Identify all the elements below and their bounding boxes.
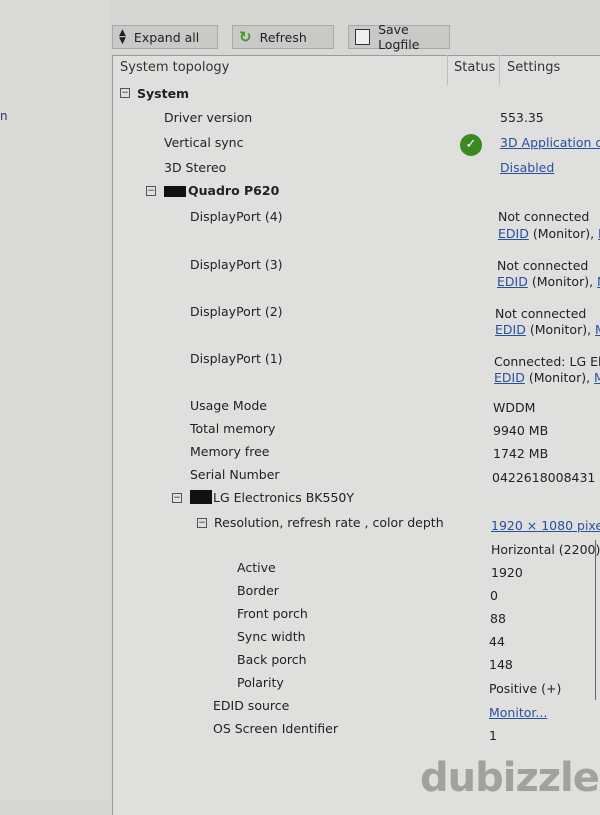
os-screen-id-value: 1 [489,728,497,743]
port-edid-row: EDID (Monitor), M [495,322,600,337]
status-ok-icon: ✓ [460,134,482,156]
refresh-button[interactable]: ↻ Refresh [232,25,334,49]
more-link[interactable]: M [595,322,600,337]
dubizzle-watermark-logo: dubizzle [420,755,600,801]
timing-label: Border [237,583,279,598]
collapse-monitor-icon[interactable]: − [172,493,182,503]
expand-all-label: Expand all [133,29,200,45]
save-logfile-label: Save Logfile [378,22,420,52]
usage-mode-label: Usage Mode [190,398,267,413]
3d-stereo-label: 3D Stereo [164,160,227,175]
gpu-card-icon [164,186,186,197]
left-window-strip [0,0,110,800]
driver-version-label: Driver version [164,110,253,125]
vertical-sync-label: Vertical sync [164,135,244,150]
os-screen-id-label: OS Screen Identifier [213,721,339,736]
resolution-label: Resolution, refresh rate , color depth [214,515,444,530]
edid-link[interactable]: EDID [497,274,528,289]
column-header-settings[interactable]: Settings [507,60,560,75]
port-edid-row: EDID (Monitor), M [497,274,600,289]
serial-number-value: 0422618008431 [492,470,596,485]
edid-link[interactable]: EDID [495,322,526,337]
timing-divider [595,540,596,700]
more-link[interactable]: M [594,370,600,385]
system-node[interactable]: System [137,86,189,101]
port-edid-row: EDID (Monitor), M [498,226,600,241]
timing-value: Positive (+) [489,681,562,696]
port-status: Not connected [497,258,589,273]
edid-source-label: EDID source [213,698,290,713]
expand-all-button[interactable]: ▲ ▼ Expand all [112,25,218,49]
vertical-sync-link[interactable]: 3D Application c [500,135,600,150]
column-header-topology[interactable]: System topology [120,60,229,75]
floppy-disk-icon [355,29,371,45]
refresh-icon: ↻ [239,28,252,46]
timing-value: 0 [490,588,498,603]
memory-free-label: Memory free [190,444,270,459]
timing-label: Sync width [237,629,306,644]
gpu-node[interactable]: Quadro P620 [188,183,279,198]
driver-version-value: 553.35 [500,110,544,125]
timing-value: 1920 [491,565,523,580]
port-status: Not connected [498,209,590,224]
timing-label: Front porch [237,606,308,621]
port-edid-row: EDID (Monitor), M [494,370,600,385]
collapse-gpu-icon[interactable]: − [146,186,156,196]
monitor-icon [190,490,212,504]
port-label: DisplayPort (2) [190,304,283,319]
3d-stereo-link[interactable]: Disabled [500,160,554,175]
timing-label: Active [237,560,276,575]
refresh-label: Refresh [259,29,307,45]
usage-mode-value: WDDM [493,400,536,415]
total-memory-value: 9940 MB [493,423,549,438]
port-status: Connected: LG Ele [494,354,600,369]
timing-header: Horizontal (2200) [491,542,600,557]
total-memory-label: Total memory [190,421,276,436]
timing-label: Polarity [237,675,284,690]
port-label: DisplayPort (4) [190,209,283,224]
timing-value: 44 [489,634,505,649]
port-status: Not connected [495,306,587,321]
collapse-resolution-icon[interactable]: − [197,518,207,528]
save-logfile-button[interactable]: Save Logfile [348,22,450,52]
timing-value: 148 [489,657,513,672]
memory-free-value: 1742 MB [493,446,549,461]
collapse-system-icon[interactable]: − [120,88,130,98]
expand-arrows-icon: ▲ ▼ [119,28,126,46]
serial-number-label: Serial Number [190,467,280,482]
resolution-link[interactable]: 1920 × 1080 pixels [491,518,600,533]
edid-source-link[interactable]: Monitor... [489,705,547,720]
edid-link[interactable]: EDID [494,370,525,385]
monitor-node[interactable]: LG Electronics BK550Y [213,490,354,505]
column-header-status[interactable]: Status [454,60,495,75]
timing-label: Back porch [237,652,307,667]
port-label: DisplayPort (1) [190,351,283,366]
edid-link[interactable]: EDID [498,226,529,241]
port-label: DisplayPort (3) [190,257,283,272]
timing-value: 88 [490,611,506,626]
left-text-fragment: n [0,109,8,123]
